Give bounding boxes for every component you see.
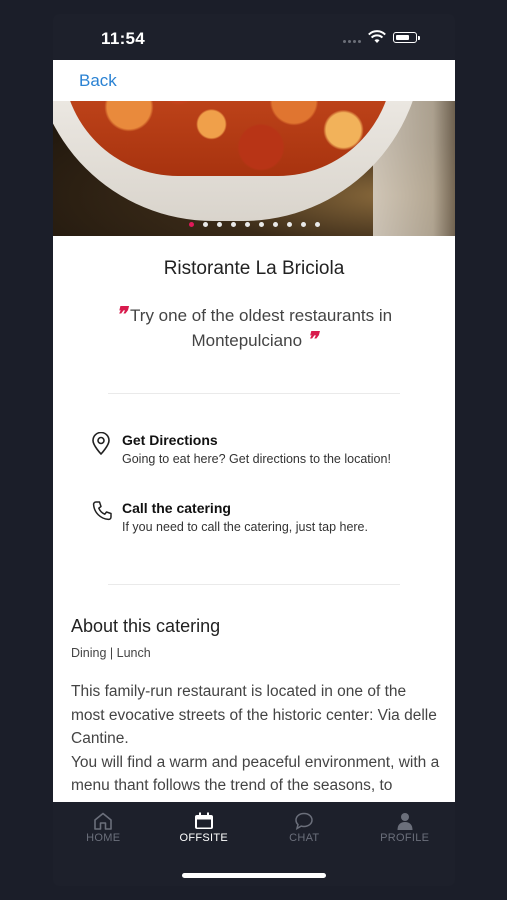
carousel-dot[interactable] bbox=[300, 222, 306, 227]
action-subtitle: If you need to call the catering, just t… bbox=[122, 520, 368, 534]
phone-icon bbox=[92, 501, 112, 521]
nav-bar: Back bbox=[53, 60, 455, 101]
carousel-dot[interactable] bbox=[244, 222, 250, 227]
category-tags: Dining | Lunch bbox=[71, 646, 151, 660]
back-button[interactable]: Back bbox=[79, 71, 117, 91]
about-description: This family-run restaurant is located in… bbox=[71, 683, 440, 802]
profile-icon bbox=[397, 813, 413, 830]
call-catering-action[interactable]: Call the catering If you need to call th… bbox=[91, 500, 431, 540]
about-title: About this catering bbox=[71, 616, 221, 636]
action-title: Get Directions bbox=[122, 432, 218, 448]
tab-label: OFFSITE bbox=[179, 832, 229, 844]
carousel-dot[interactable] bbox=[272, 222, 278, 227]
restaurant-quote: ❞ Try one of the oldest restaurants in M… bbox=[83, 303, 425, 353]
carousel-dot[interactable] bbox=[202, 222, 208, 227]
open-quote-icon: ❞ bbox=[115, 304, 127, 326]
carousel-page-dots[interactable] bbox=[53, 222, 455, 227]
hero-image-carousel[interactable] bbox=[53, 101, 455, 236]
carousel-dot[interactable] bbox=[216, 222, 222, 227]
status-time: 11:54 bbox=[101, 29, 146, 48]
divider bbox=[108, 393, 400, 394]
home-indicator[interactable] bbox=[182, 873, 326, 878]
close-quote-icon: ❞ bbox=[306, 329, 318, 351]
battery-icon bbox=[393, 32, 420, 43]
get-directions-action[interactable]: Get Directions Going to eat here? Get di… bbox=[91, 432, 431, 472]
tab-home[interactable]: HOME bbox=[53, 802, 154, 854]
cellular-signal-icon bbox=[343, 40, 361, 43]
restaurant-name: Ristorante La Briciola bbox=[163, 258, 345, 279]
home-icon bbox=[94, 812, 113, 830]
map-pin-icon bbox=[92, 432, 110, 456]
carousel-dot[interactable] bbox=[230, 222, 236, 227]
tab-label: CHAT bbox=[289, 832, 320, 844]
detail-screen: Back Ristorante La Briciola ❞ Try one of… bbox=[53, 60, 455, 802]
quote-text: Try one of the oldest restaurants in Mon… bbox=[130, 306, 393, 350]
carousel-dot[interactable] bbox=[258, 222, 264, 227]
tab-bar: HOME OFFSITE CHAT PROFILE bbox=[53, 802, 455, 854]
carousel-dot[interactable] bbox=[188, 222, 194, 227]
status-bar: 11:54 bbox=[53, 14, 455, 60]
calendar-icon bbox=[194, 812, 213, 829]
divider bbox=[108, 584, 400, 585]
carousel-dot[interactable] bbox=[286, 222, 292, 227]
phone-frame: 11:54 Back Ristorante La Briciola ❞ Try … bbox=[53, 14, 455, 886]
carousel-dot[interactable] bbox=[314, 222, 320, 227]
wifi-icon bbox=[368, 30, 386, 43]
tab-profile[interactable]: PROFILE bbox=[355, 802, 456, 854]
chat-bubble-icon bbox=[295, 812, 314, 830]
tab-label: HOME bbox=[86, 832, 121, 844]
tab-label: PROFILE bbox=[380, 832, 430, 844]
tab-chat[interactable]: CHAT bbox=[254, 802, 355, 854]
tab-offsite[interactable]: OFFSITE bbox=[154, 802, 255, 854]
action-subtitle: Going to eat here? Get directions to the… bbox=[122, 452, 391, 466]
action-title: Call the catering bbox=[122, 500, 231, 516]
